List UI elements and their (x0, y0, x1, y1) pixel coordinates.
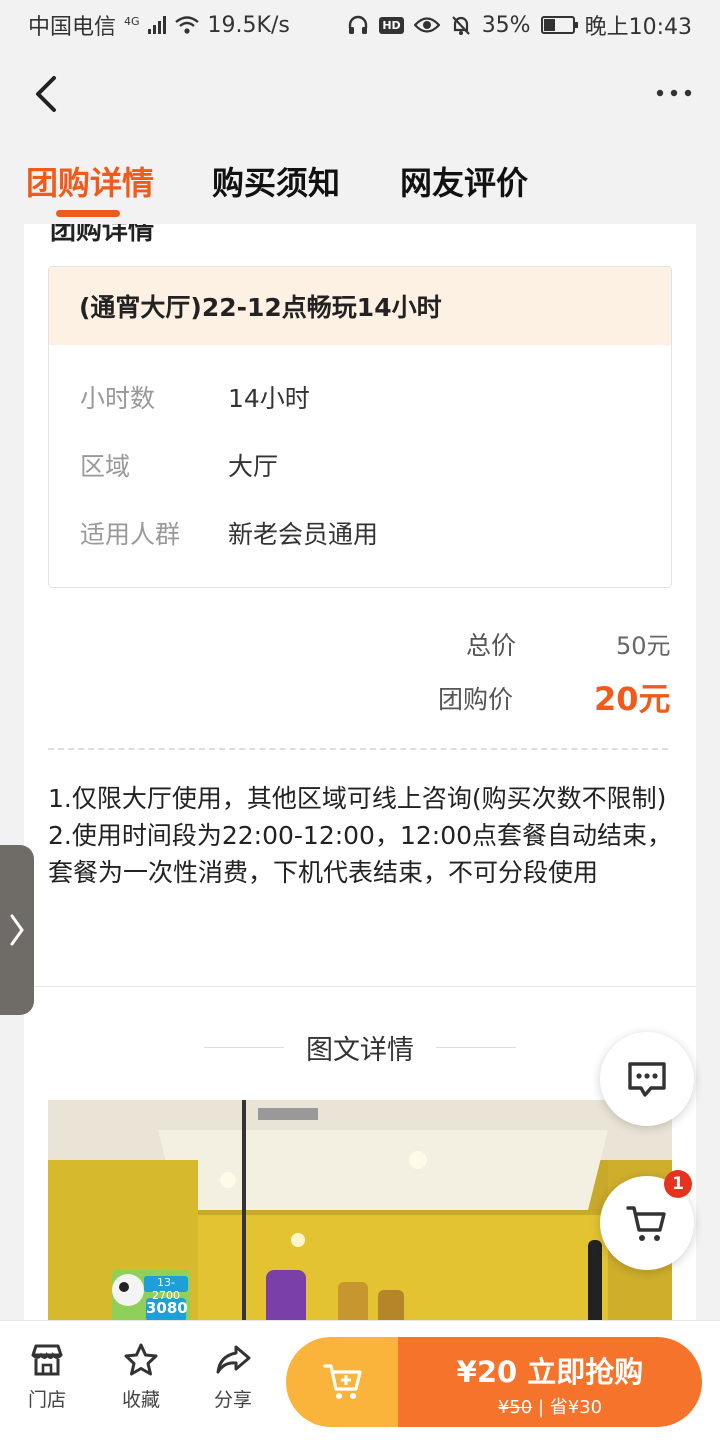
favorite-label: 收藏 (121, 1389, 160, 1411)
chevron-left-icon (36, 76, 56, 112)
more-button[interactable] (654, 86, 694, 100)
save-amount: 省¥30 (549, 1397, 603, 1418)
status-bar: 中国电信 4G 19.5K/s HD 35% 晚上10:43 (0, 0, 720, 50)
hd-badge: HD (379, 16, 404, 34)
buy-now-button[interactable]: ¥20 立即抢购 ¥50 | 省¥30 (286, 1337, 702, 1427)
more-dots-icon (656, 89, 692, 97)
note-line-2: 2.使用时间段为22:00-12:00，12:00点套餐自动结束，套餐为一次性消… (48, 821, 673, 887)
photo-sign-2: 3080 (146, 1299, 188, 1317)
share-button[interactable]: 分享 (198, 1341, 268, 1412)
package-row-value: 14小时 (228, 384, 310, 413)
favorite-button[interactable]: 收藏 (106, 1341, 176, 1412)
star-icon (124, 1343, 158, 1376)
venue-photo-illustration (48, 1100, 672, 1324)
headphones-icon (349, 15, 368, 34)
divider (24, 986, 696, 987)
package-row-audience: 适用人群 新老会员通用 (80, 515, 378, 551)
chevron-right-icon (10, 914, 24, 946)
detail-section-title: 图文详情 (306, 1035, 414, 1066)
package-title: (通宵大厅)22-12点畅玩14小时 (49, 267, 671, 345)
package-row-value: 新老会员通用 (228, 520, 379, 549)
store-button[interactable]: 门店 (12, 1341, 82, 1412)
tab-group-details[interactable]: 团购详情 (26, 158, 154, 204)
total-price-value: 50元 (616, 632, 671, 660)
detail-section-header: 图文详情 (24, 1028, 696, 1067)
note-line-1: 1.仅限大厅使用，其他区域可线上咨询(购买次数不限制) (48, 784, 667, 813)
chat-icon (628, 1062, 666, 1097)
share-icon (216, 1345, 251, 1374)
package-row-key: 小时数 (80, 384, 156, 413)
carrier-label: 中国电信 (28, 15, 117, 40)
cart-badge: 1 (664, 1170, 692, 1198)
store-label: 门店 (27, 1389, 66, 1411)
original-price: ¥50 (497, 1397, 533, 1418)
cart-plus-icon (323, 1364, 362, 1399)
title-line-left (204, 1047, 284, 1048)
bottom-bar: 门店 收藏 分享 ¥20 立即抢购 ¥50 | 省¥30 (0, 1320, 720, 1440)
package-row-value: 大厅 (228, 452, 279, 481)
eye-icon (413, 17, 440, 33)
wifi-icon (174, 16, 199, 34)
tab-bar: 团购详情 购买须知 网友评价 (0, 140, 720, 224)
total-price-label: 总价 (466, 631, 517, 660)
buy-price-info: ¥50 | 省¥30 (497, 1397, 603, 1418)
share-label: 分享 (213, 1389, 252, 1411)
package-row-hours: 小时数 14小时 (80, 379, 310, 415)
battery-percent: 35% (481, 12, 531, 38)
clock: 晚上10:43 (584, 15, 692, 40)
section-title-cut: 团购详情 (50, 224, 155, 246)
package-row-area: 区域 大厅 (80, 447, 278, 483)
network-type: 4G (124, 15, 140, 28)
add-to-cart-button[interactable] (286, 1337, 398, 1427)
group-price-value: 20元 (594, 680, 671, 718)
chat-button[interactable] (600, 1032, 694, 1126)
nav-bar (0, 50, 720, 140)
package-box: (通宵大厅)22-12点畅玩14小时 小时数 14小时 区域 大厅 适用人群 新老会员… (48, 266, 672, 588)
title-line-right (436, 1047, 516, 1048)
cart-icon (626, 1206, 666, 1241)
bell-muted-icon (451, 16, 470, 35)
battery-icon (540, 16, 578, 34)
package-row-key: 适用人群 (80, 520, 181, 549)
group-price-label: 团购价 (438, 685, 514, 714)
tab-purchase-notes[interactable]: 购买须知 (212, 158, 340, 204)
tab-reviews[interactable]: 网友评价 (400, 158, 528, 204)
detail-card: 团购详情 (通宵大厅)22-12点畅玩14小时 小时数 14小时 区域 大厅 适用人… (24, 224, 696, 1324)
venue-photo: 13-2700 3080 (48, 1100, 672, 1324)
back-button[interactable] (30, 72, 64, 116)
network-speed: 19.5K/s (207, 12, 290, 38)
side-expand-handle[interactable] (0, 845, 34, 1015)
dashed-divider (48, 748, 668, 750)
store-icon (31, 1344, 63, 1376)
buy-now-label: ¥20 立即抢购 (456, 1355, 644, 1389)
tab-indicator (56, 210, 120, 217)
signal-icon (147, 16, 166, 34)
purchase-notes: 1.仅限大厅使用，其他区域可线上咨询(购买次数不限制) 2.使用时间段为22:0… (48, 780, 672, 891)
package-row-key: 区域 (80, 452, 131, 481)
buy-now-main[interactable]: ¥20 立即抢购 ¥50 | 省¥30 (398, 1337, 702, 1427)
